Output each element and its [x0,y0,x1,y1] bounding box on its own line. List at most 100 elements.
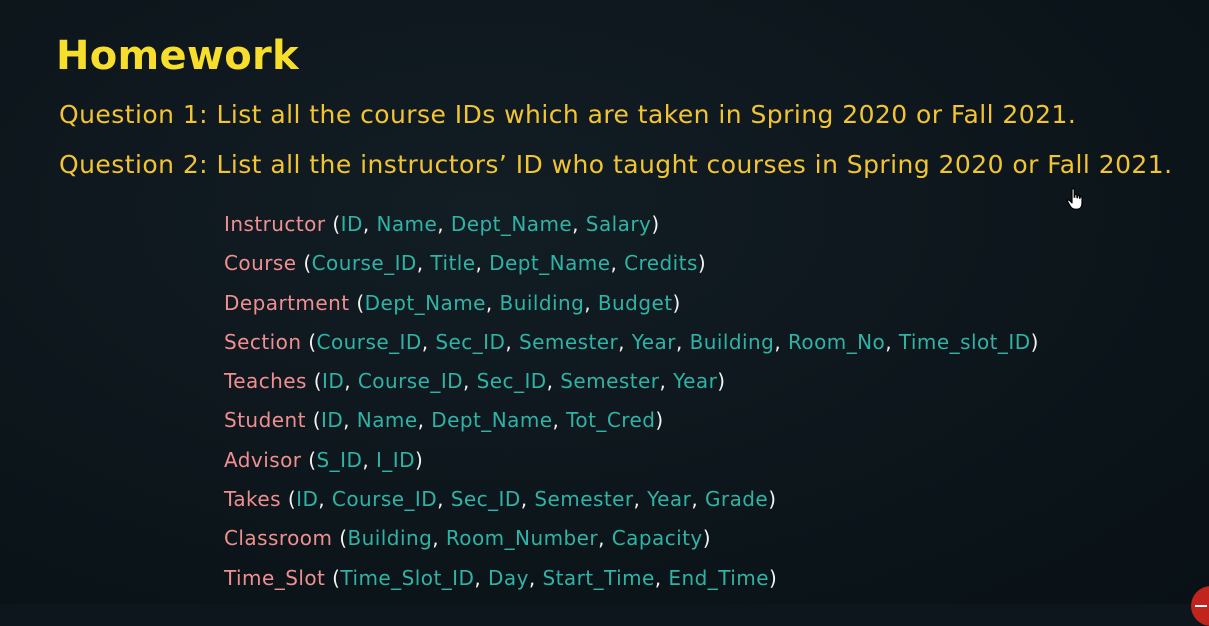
attribute-separator: , [572,212,586,236]
schema-row: Classroom (Building, Room_Number, Capaci… [224,520,1039,559]
attribute-separator: , [598,526,612,551]
attribute-separator: , [417,408,432,433]
relation-name: Time_Slot [224,565,326,590]
question-1: Question 1: List all the course IDs whic… [59,100,1077,129]
attribute-separator: , [675,329,690,354]
attribute: Dept_Name [364,290,486,315]
attribute: Course_ID [331,487,438,512]
open-paren: ( [313,369,323,394]
attribute-separator: , [505,329,519,354]
attribute: Grade [704,487,769,512]
relation-name: Department [224,290,350,315]
attribute-separator: , [432,526,446,551]
attribute-separator: , [343,408,357,433]
attribute: Course_ID [311,251,417,276]
attribute: Dept_Name [450,212,573,236]
attribute: ID [322,369,345,394]
close-paren: ) [717,369,726,394]
attribute: Building [347,526,433,551]
schema-row: Section (Course_ID, Sec_ID, Semester, Ye… [224,324,1039,363]
relation-name: Section [224,329,302,354]
attribute-separator: , [528,565,543,590]
attribute: Name [356,408,418,433]
close-paren: ) [768,565,778,590]
open-paren: ( [303,251,312,276]
close-paren: ) [1030,329,1039,354]
attribute: Year [673,369,718,394]
attribute: ID [296,487,319,512]
attribute: ID [320,408,344,433]
attribute: Course_ID [357,369,464,394]
attribute: Year [631,329,676,354]
relation-name: Advisor [224,447,302,472]
attribute: Dept_Name [431,408,553,433]
close-paren: ) [702,526,711,551]
attribute-separator: , [475,251,490,276]
attribute-separator: , [318,487,332,512]
attribute-separator: , [437,212,451,236]
attribute: Time_slot_ID [898,329,1031,354]
attribute-separator: , [552,408,567,433]
attribute-separator: , [463,369,477,394]
close-paren: ) [651,212,660,236]
slide-title: Homework [56,33,299,79]
red-circle-mark-icon [1191,586,1209,626]
attribute: Sec_ID [435,329,506,354]
open-paren: ( [312,408,321,433]
attribute: Day [488,565,529,590]
attribute-separator: , [885,329,899,354]
attribute: End_Time [668,565,769,590]
close-paren: ) [414,447,424,472]
relation-name: Course [224,251,297,276]
attribute-separator: , [416,251,431,276]
attribute: Building [499,290,585,315]
attribute-separator: , [520,487,535,512]
hand-pointer-icon [1066,188,1083,210]
attribute-separator: , [362,447,376,472]
attribute: Tot_Cred [566,408,656,433]
attribute-separator: , [659,369,674,394]
open-paren: ( [308,447,317,472]
attribute-separator: , [474,565,489,590]
attribute: Name [376,212,438,236]
close-paren: ) [655,408,664,433]
relation-name: Student [224,408,306,433]
relation-name: Takes [224,487,282,512]
attribute-separator: , [618,329,632,354]
close-paren: ) [768,487,777,512]
attribute: Semester [560,369,660,394]
attribute: Sec_ID [476,369,547,394]
open-paren: ( [308,329,317,354]
attribute: Semester [518,329,619,354]
relation-name: Classroom [224,526,333,551]
slide: Homework Question 1: List all the course… [0,0,1209,626]
attribute: Budget [597,290,673,315]
attribute: Dept_Name [489,251,611,276]
attribute: Year [647,487,692,512]
attribute: Room_No [787,329,886,354]
attribute-separator: , [584,290,598,315]
attribute-separator: , [362,212,377,236]
schema-list: Instructor (ID, Name, Dept_Name, Salary)… [224,206,1039,599]
attribute-separator: , [344,369,358,394]
attribute-separator: , [546,369,561,394]
attribute-separator: , [633,487,648,512]
schema-row: Teaches (ID, Course_ID, Sec_ID, Semester… [224,363,1039,402]
attribute: S_ID [316,447,363,472]
schema-row: Student (ID, Name, Dept_Name, Tot_Cred) [224,402,1039,441]
attribute: Semester [534,487,634,512]
attribute-separator: , [437,487,451,512]
attribute-separator: , [610,251,625,276]
attribute: Start_Time [542,565,655,590]
attribute-separator: , [485,290,500,315]
attribute-separator: , [421,329,436,354]
attribute: Salary [585,212,652,236]
relation-name: Teaches [224,369,307,394]
attribute: I_ID [375,447,415,472]
attribute-separator: , [691,487,705,512]
attribute: Time_Slot_ID [340,565,475,590]
open-paren: ( [356,290,365,315]
close-paren: ) [697,251,707,276]
attribute: ID [340,212,363,236]
attribute-separator: , [774,329,788,354]
